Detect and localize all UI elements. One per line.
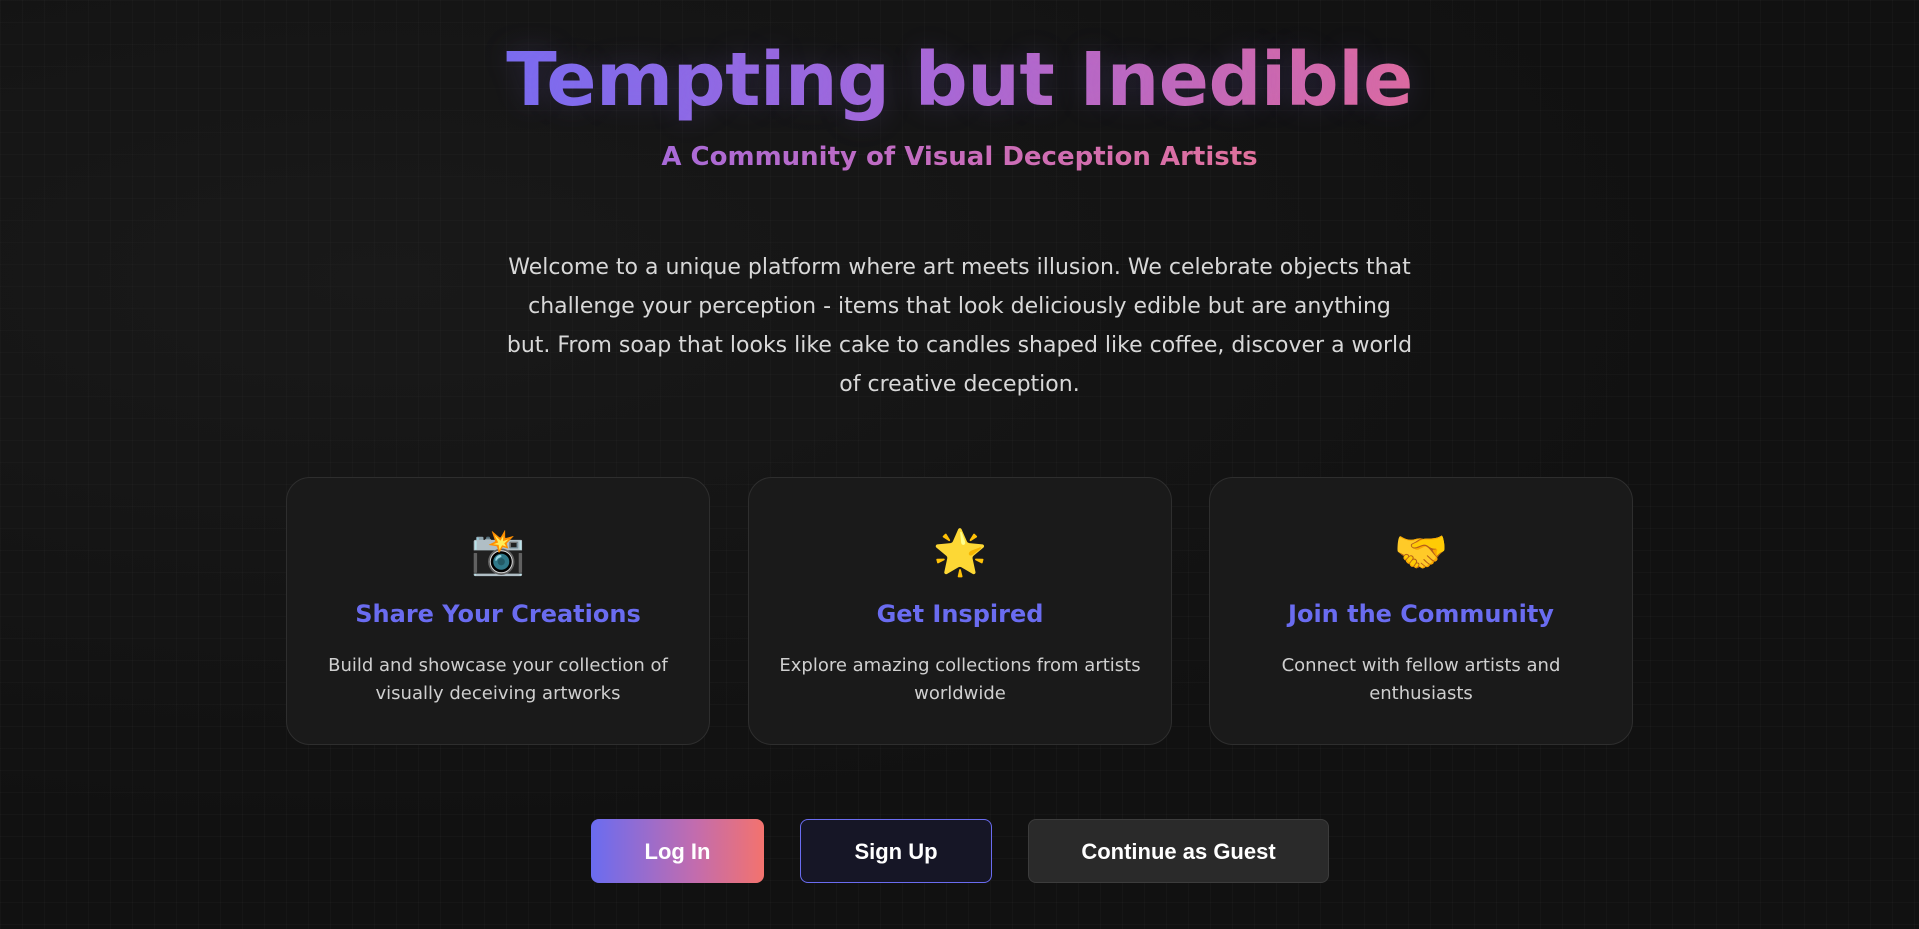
page-subtitle: A Community of Visual Deception Artists	[0, 139, 1919, 175]
handshake-icon: 🤝	[1393, 527, 1449, 578]
intro-paragraph: Welcome to a unique platform where art m…	[506, 255, 1413, 397]
feature-card-description: Build and showcase your collection of vi…	[328, 655, 668, 704]
page-title: Tempting but Inedible	[0, 30, 1919, 130]
feature-card-title: Get Inspired	[876, 600, 1044, 628]
feature-card-inspired: 🌟 Get Inspired Explore amazing collectio…	[748, 477, 1172, 745]
feature-card-title: Join the Community	[1288, 600, 1554, 628]
feature-card-community: 🤝 Join the Community Connect with fellow…	[1209, 477, 1633, 745]
glowing-star-icon: 🌟	[932, 527, 988, 578]
signup-button[interactable]: Sign Up	[800, 819, 992, 883]
camera-flash-icon: 📸	[470, 527, 526, 578]
feature-card-share: 📸 Share Your Creations Build and showcas…	[286, 477, 710, 745]
page-title-text: Tempting but Inedible	[506, 37, 1413, 123]
landing-page: Tempting but Inedible A Community of Vis…	[0, 0, 1919, 929]
feature-card-description: Explore amazing collections from artists…	[779, 655, 1141, 704]
page-subtitle-text: A Community of Visual Deception Artists	[661, 142, 1258, 172]
continue-as-guest-button[interactable]: Continue as Guest	[1028, 819, 1329, 883]
login-button[interactable]: Log In	[591, 819, 764, 883]
feature-card-description: Connect with fellow artists and enthusia…	[1281, 655, 1561, 704]
feature-card-title: Share Your Creations	[355, 600, 641, 628]
